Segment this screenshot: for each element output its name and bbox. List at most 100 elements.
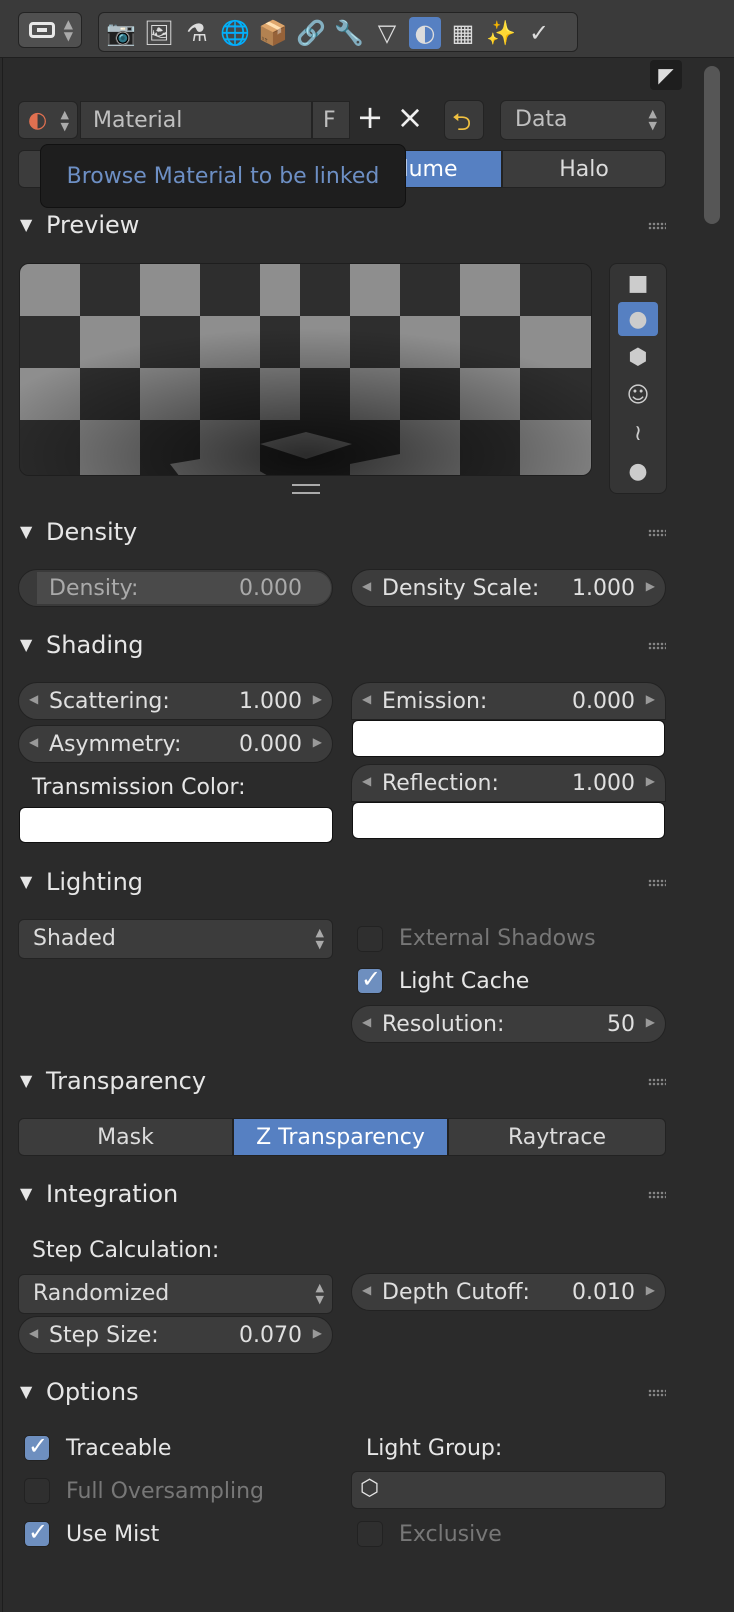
drag-handle-icon[interactable] xyxy=(648,879,666,887)
density-field[interactable]: Density: 0.000 xyxy=(18,569,333,607)
use-mist-checkbox[interactable] xyxy=(24,1518,50,1547)
drag-handle-icon[interactable] xyxy=(648,529,666,537)
physics-icon[interactable]: ✓ xyxy=(523,17,555,49)
data-icon[interactable]: ▽ xyxy=(371,17,403,49)
object-icon[interactable]: 📦 xyxy=(257,17,289,49)
arrow-right-icon[interactable]: ▶ xyxy=(646,774,655,788)
collapse-triangle-icon[interactable]: ▼ xyxy=(20,1071,32,1090)
preview-resize-handle[interactable] xyxy=(292,484,320,494)
emission-color-swatch[interactable] xyxy=(352,720,665,757)
arrow-left-icon[interactable]: ◀ xyxy=(362,774,371,788)
exclusive-checkbox[interactable] xyxy=(357,1521,383,1547)
chevron-updown-icon: ▲ ▼ xyxy=(648,107,657,132)
new-material-button[interactable]: + xyxy=(352,98,388,138)
preview-type-selector: ■ ● ⬢ ☺ ≀ ● xyxy=(609,263,667,494)
chevron-updown-icon: ▲ ▼ xyxy=(315,1281,324,1306)
full-oversampling-checkbox[interactable] xyxy=(24,1478,50,1504)
external-shadows-checkbox[interactable] xyxy=(357,926,383,952)
drag-handle-icon[interactable] xyxy=(648,642,666,650)
arrow-left-icon[interactable]: ◀ xyxy=(362,1283,371,1297)
material-preview xyxy=(19,263,592,476)
transparency-raytrace[interactable]: Raytrace xyxy=(448,1118,666,1156)
step-calculation-dropdown[interactable]: Randomized ▲ ▼ xyxy=(18,1274,333,1314)
emission-field[interactable]: ◀ Emission: 0.000 ▶ xyxy=(351,682,666,720)
drag-handle-icon[interactable] xyxy=(648,222,666,230)
scene-icon[interactable]: ⚗ xyxy=(181,17,213,49)
unlink-material-button[interactable]: × xyxy=(392,98,428,138)
exclusive-label: Exclusive xyxy=(399,1522,502,1547)
arrow-right-icon[interactable]: ▶ xyxy=(646,1283,655,1297)
section-title-integration[interactable]: Integration xyxy=(46,1180,178,1208)
drag-handle-icon[interactable] xyxy=(648,1191,666,1199)
render-layers-icon[interactable]: 🖼 xyxy=(143,17,175,49)
section-title-options[interactable]: Options xyxy=(46,1378,139,1406)
transmission-color-swatch[interactable] xyxy=(19,807,333,843)
transparency-mask[interactable]: Mask xyxy=(18,1118,233,1156)
step-size-field[interactable]: ◀ Step Size: 0.070 ▶ xyxy=(18,1316,333,1354)
arrow-left-icon[interactable]: ◀ xyxy=(362,579,371,593)
reflection-field[interactable]: ◀ Reflection: 1.000 ▶ xyxy=(351,764,666,802)
editor-type-button[interactable]: ▲ ▼ xyxy=(18,12,82,48)
monkey-icon[interactable]: ☺ xyxy=(618,378,658,412)
resolution-field[interactable]: ◀ Resolution: 50 ▶ xyxy=(351,1005,666,1043)
constraints-icon[interactable]: 🔗 xyxy=(295,17,327,49)
asymmetry-field[interactable]: ◀ Asymmetry: 0.000 ▶ xyxy=(18,725,333,763)
panel-options-toggle[interactable]: ◤ xyxy=(650,60,682,90)
lighting-mode-dropdown[interactable]: Shaded ▲ ▼ xyxy=(18,919,333,959)
collapse-triangle-icon[interactable]: ▼ xyxy=(20,522,32,541)
density-scale-field[interactable]: ◀ Density Scale: 1.000 ▶ xyxy=(351,569,666,607)
arrow-left-icon[interactable]: ◀ xyxy=(29,692,38,706)
plane-icon[interactable]: ■ xyxy=(618,266,658,300)
reflection-color-swatch[interactable] xyxy=(352,802,665,839)
render-icon[interactable]: 📷 xyxy=(105,17,137,49)
full-oversampling-label: Full Oversampling xyxy=(66,1479,264,1504)
material-icon: ◐ xyxy=(28,108,48,133)
arrow-right-icon[interactable]: ▶ xyxy=(646,1015,655,1029)
drag-handle-icon[interactable] xyxy=(648,1078,666,1086)
collapse-triangle-icon[interactable]: ▼ xyxy=(20,215,32,234)
collapse-triangle-icon[interactable]: ▼ xyxy=(20,635,32,654)
link-mode-dropdown[interactable]: Data ▲ ▼ xyxy=(500,100,666,140)
section-title-shading[interactable]: Shading xyxy=(46,631,144,659)
material-name-field[interactable]: Material xyxy=(80,101,312,139)
browse-material-button[interactable]: ◐ ▲ ▼ xyxy=(18,101,78,139)
collapse-triangle-icon[interactable]: ▼ xyxy=(20,872,32,891)
arrow-right-icon[interactable]: ▶ xyxy=(646,579,655,593)
sphere-icon[interactable]: ● xyxy=(618,302,658,336)
section-title-lighting[interactable]: Lighting xyxy=(46,868,143,896)
collapse-triangle-icon[interactable]: ▼ xyxy=(20,1382,32,1401)
arrow-right-icon[interactable]: ▶ xyxy=(646,692,655,706)
world-icon[interactable]: 🌐 xyxy=(219,17,251,49)
section-title-transparency[interactable]: Transparency xyxy=(46,1067,206,1095)
link-mode-toggle[interactable]: ⮌ xyxy=(444,100,484,140)
modifiers-icon[interactable]: 🔧 xyxy=(333,17,365,49)
section-title-preview[interactable]: Preview xyxy=(46,211,139,239)
cube-icon[interactable]: ⬢ xyxy=(618,340,658,374)
fake-user-button[interactable]: F xyxy=(312,101,350,139)
texture-icon[interactable]: ▦ xyxy=(447,17,479,49)
checker-room-preview xyxy=(20,264,591,475)
arrow-right-icon[interactable]: ▶ xyxy=(313,735,322,749)
traceable-checkbox[interactable] xyxy=(24,1432,50,1461)
transparency-z-transparency[interactable]: Z Transparency xyxy=(233,1118,448,1156)
particles-icon[interactable]: ✨ xyxy=(485,17,517,49)
drag-handle-icon[interactable] xyxy=(648,1389,666,1397)
collapse-triangle-icon[interactable]: ▼ xyxy=(20,1184,32,1203)
hair-icon[interactable]: ≀ xyxy=(618,416,658,450)
link-icon: ⮌ xyxy=(452,108,472,136)
arrow-left-icon[interactable]: ◀ xyxy=(29,735,38,749)
arrow-right-icon[interactable]: ▶ xyxy=(313,1326,322,1340)
light-cache-checkbox[interactable] xyxy=(357,965,383,994)
depth-cutoff-field[interactable]: ◀ Depth Cutoff: 0.010 ▶ xyxy=(351,1273,666,1311)
scrollbar[interactable] xyxy=(704,66,720,224)
light-group-field[interactable]: ⬡ xyxy=(351,1471,666,1509)
scattering-field[interactable]: ◀ Scattering: 1.000 ▶ xyxy=(18,682,333,720)
material-icon[interactable]: ◐ xyxy=(409,17,441,49)
arrow-right-icon[interactable]: ▶ xyxy=(313,692,322,706)
arrow-left-icon[interactable]: ◀ xyxy=(362,692,371,706)
arrow-left-icon[interactable]: ◀ xyxy=(362,1015,371,1029)
arrow-left-icon[interactable]: ◀ xyxy=(29,1326,38,1340)
sphere-sky-icon[interactable]: ● xyxy=(618,454,658,488)
section-title-density[interactable]: Density xyxy=(46,518,137,546)
tab-halo[interactable]: Halo xyxy=(502,150,666,188)
